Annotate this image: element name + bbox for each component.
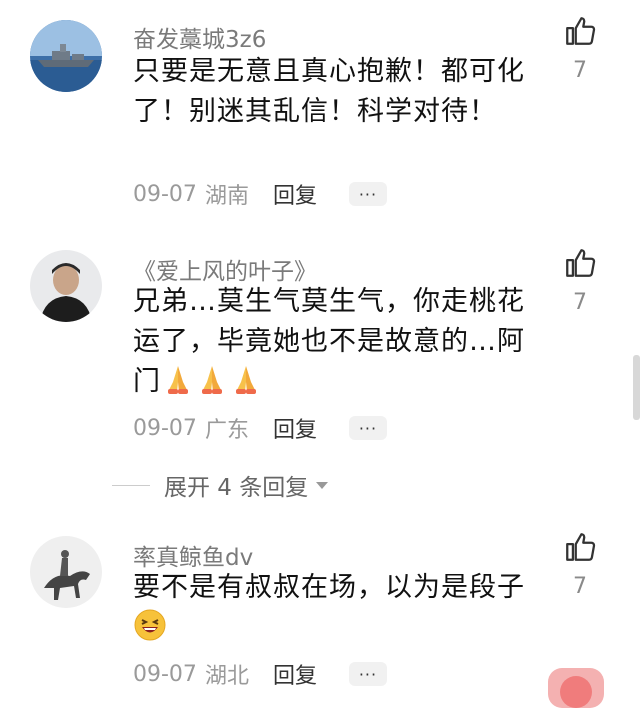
comment-text: 要不是有叔叔在场，以为是段子 [133,572,525,603]
like-button[interactable]: 7 [560,246,600,315]
like-button[interactable]: 7 [560,530,600,599]
reply-button[interactable]: 回复 [273,412,317,444]
avatar[interactable] [30,250,102,322]
comment-item: 奋发藁城3z6 只要是无意且真心抱歉！都可化了！别迷其乱信！科学对待！ 09-0… [0,0,640,220]
reply-button[interactable]: 回复 [273,178,317,210]
like-count: 7 [573,58,587,83]
warship-avatar-icon [30,20,102,92]
more-options-button[interactable]: ··· [348,182,387,206]
horse-rider-avatar-icon [30,536,102,608]
floating-action-button[interactable] [548,668,604,708]
folded-hands-emoji-icon [161,362,195,396]
expand-replies-label: 展开 4 条回复 [164,475,309,501]
comment-username[interactable]: 率真鲸鱼dv [133,538,253,572]
comment-username[interactable]: 《爱上风的叶子》 [133,252,317,286]
comment-location: 广东 [204,418,249,443]
like-count: 7 [573,574,587,599]
comment-meta: 09-07 广东 回复 ··· [133,412,387,444]
divider [112,484,150,486]
avatar[interactable] [30,20,102,92]
comment-meta: 09-07 湖南 回复 ··· [133,178,387,210]
folded-hands-emoji-icon [195,362,229,396]
comment-date: 09-07 [133,415,197,441]
expand-replies-button[interactable]: 展开 4 条回复 [112,468,329,502]
comment-content: 兄弟…莫生气莫生气，你走桃花运了，毕竟她也不是故意的…阿门 [133,282,533,402]
more-options-button[interactable]: ··· [348,662,387,686]
comment-text: 只要是无意且真心抱歉！都可化了！别迷其乱信！科学对待！ [133,56,525,127]
folded-hands-emoji-icon [229,362,263,396]
comment-location: 湖北 [204,664,249,689]
like-count: 7 [573,290,587,315]
circle-icon [560,676,592,708]
comment-location: 湖南 [204,184,249,209]
reply-button[interactable]: 回复 [273,658,317,690]
comment-content: 要不是有叔叔在场，以为是段子 [133,568,533,648]
comment-username[interactable]: 奋发藁城3z6 [133,20,266,54]
comment-content: 只要是无意且真心抱歉！都可化了！别迷其乱信！科学对待！ [133,52,533,132]
laughing-emoji-icon [133,608,167,642]
man-portrait-avatar-icon [30,250,102,322]
comment-item: 《爱上风的叶子》 兄弟…莫生气莫生气，你走桃花运了，毕竟她也不是故意的…阿门 0… [0,220,640,450]
avatar[interactable] [30,536,102,608]
comment-date: 09-07 [133,661,197,687]
comment-date: 09-07 [133,181,197,207]
like-button[interactable]: 7 [560,14,600,83]
thumbs-up-icon [566,533,596,561]
more-options-button[interactable]: ··· [348,416,387,440]
thumbs-up-icon [566,17,596,45]
comment-meta: 09-07 湖北 回复 ··· [133,658,387,690]
thumbs-up-icon [566,249,596,277]
comment-item: 率真鲸鱼dv 要不是有叔叔在场，以为是段子 09-07 湖北 回复 ··· 7 [0,510,640,693]
scrollbar[interactable] [633,355,640,420]
chevron-down-icon [316,481,329,489]
